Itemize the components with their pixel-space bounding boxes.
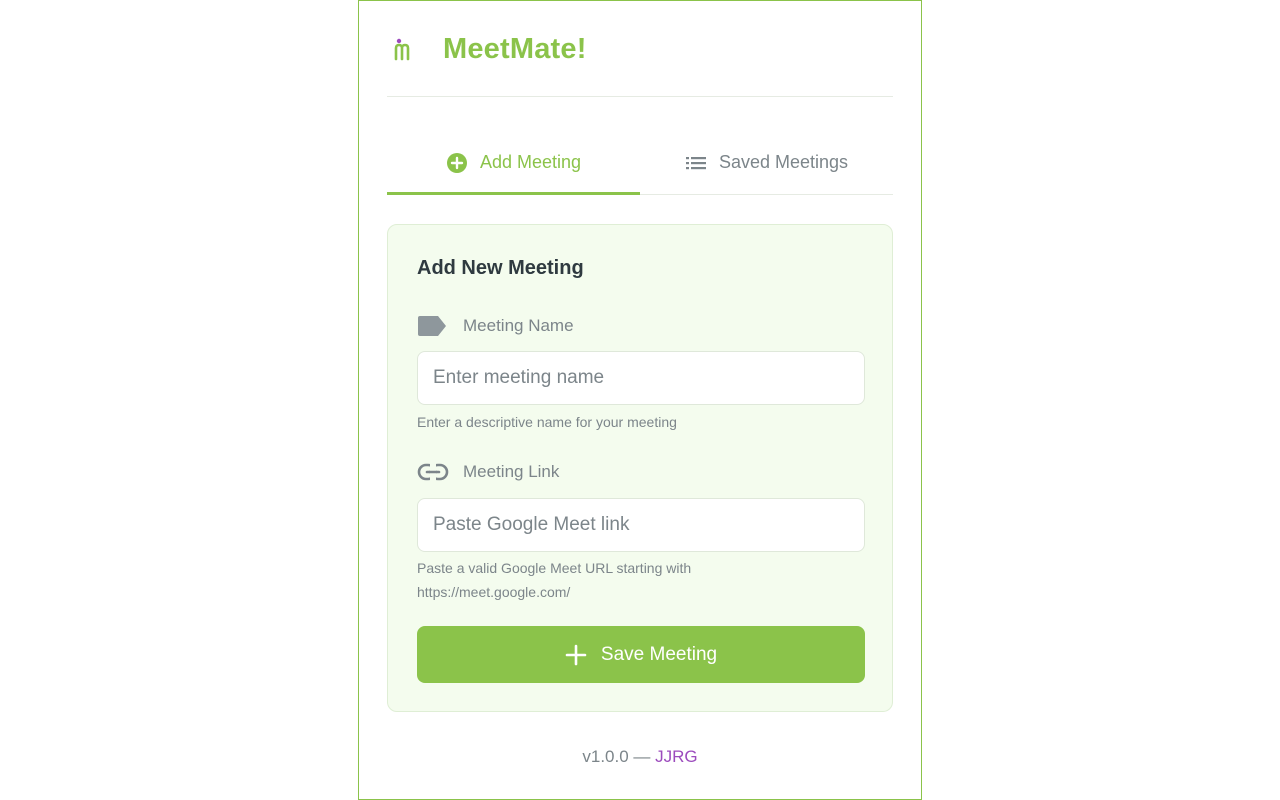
save-meeting-button[interactable]: Save Meeting (417, 626, 865, 683)
footer-separator: — (633, 747, 651, 766)
plus-icon (565, 644, 587, 665)
meetmate-logo-icon (394, 38, 410, 61)
footer: v1.0.0 — JJRG (359, 747, 921, 767)
tab-saved-meetings[interactable]: Saved Meetings (640, 131, 893, 194)
tab-saved-meetings-label: Saved Meetings (718, 152, 849, 172)
meeting-link-label: Meeting Link (417, 459, 559, 485)
version-text: v1.0.0 (582, 747, 629, 766)
tag-icon (417, 313, 449, 339)
save-meeting-label: Save Meeting (600, 643, 718, 665)
tab-add-meeting-label: Add Meeting (479, 152, 582, 172)
meeting-link-label-text: Meeting Link (463, 462, 560, 481)
link-icon (417, 459, 449, 485)
meeting-link-hint: Paste a valid Google Meet URL starting w… (417, 560, 692, 600)
form-title: Add New Meeting (417, 257, 584, 279)
meeting-name-label: Meeting Name (417, 313, 574, 339)
meeting-name-input[interactable] (417, 351, 865, 405)
tab-bar: Add Meeting Saved Meetings (387, 131, 893, 195)
app-title: MeetMate! (443, 33, 587, 65)
tab-add-meeting[interactable]: Add Meeting (387, 131, 640, 195)
plus-circle-icon (446, 152, 467, 173)
list-icon (685, 156, 706, 169)
meeting-link-input[interactable] (417, 498, 865, 552)
author-link[interactable]: JJRG (655, 747, 698, 766)
meeting-name-label-text: Meeting Name (463, 316, 574, 335)
header: MeetMate! (387, 29, 893, 97)
extension-popup: MeetMate! Add Meeting Saved Meetings Add… (358, 0, 922, 800)
add-meeting-card: Add New Meeting Meeting Name Enter a des… (387, 224, 893, 712)
meeting-name-hint: Enter a descriptive name for your meetin… (417, 414, 677, 430)
